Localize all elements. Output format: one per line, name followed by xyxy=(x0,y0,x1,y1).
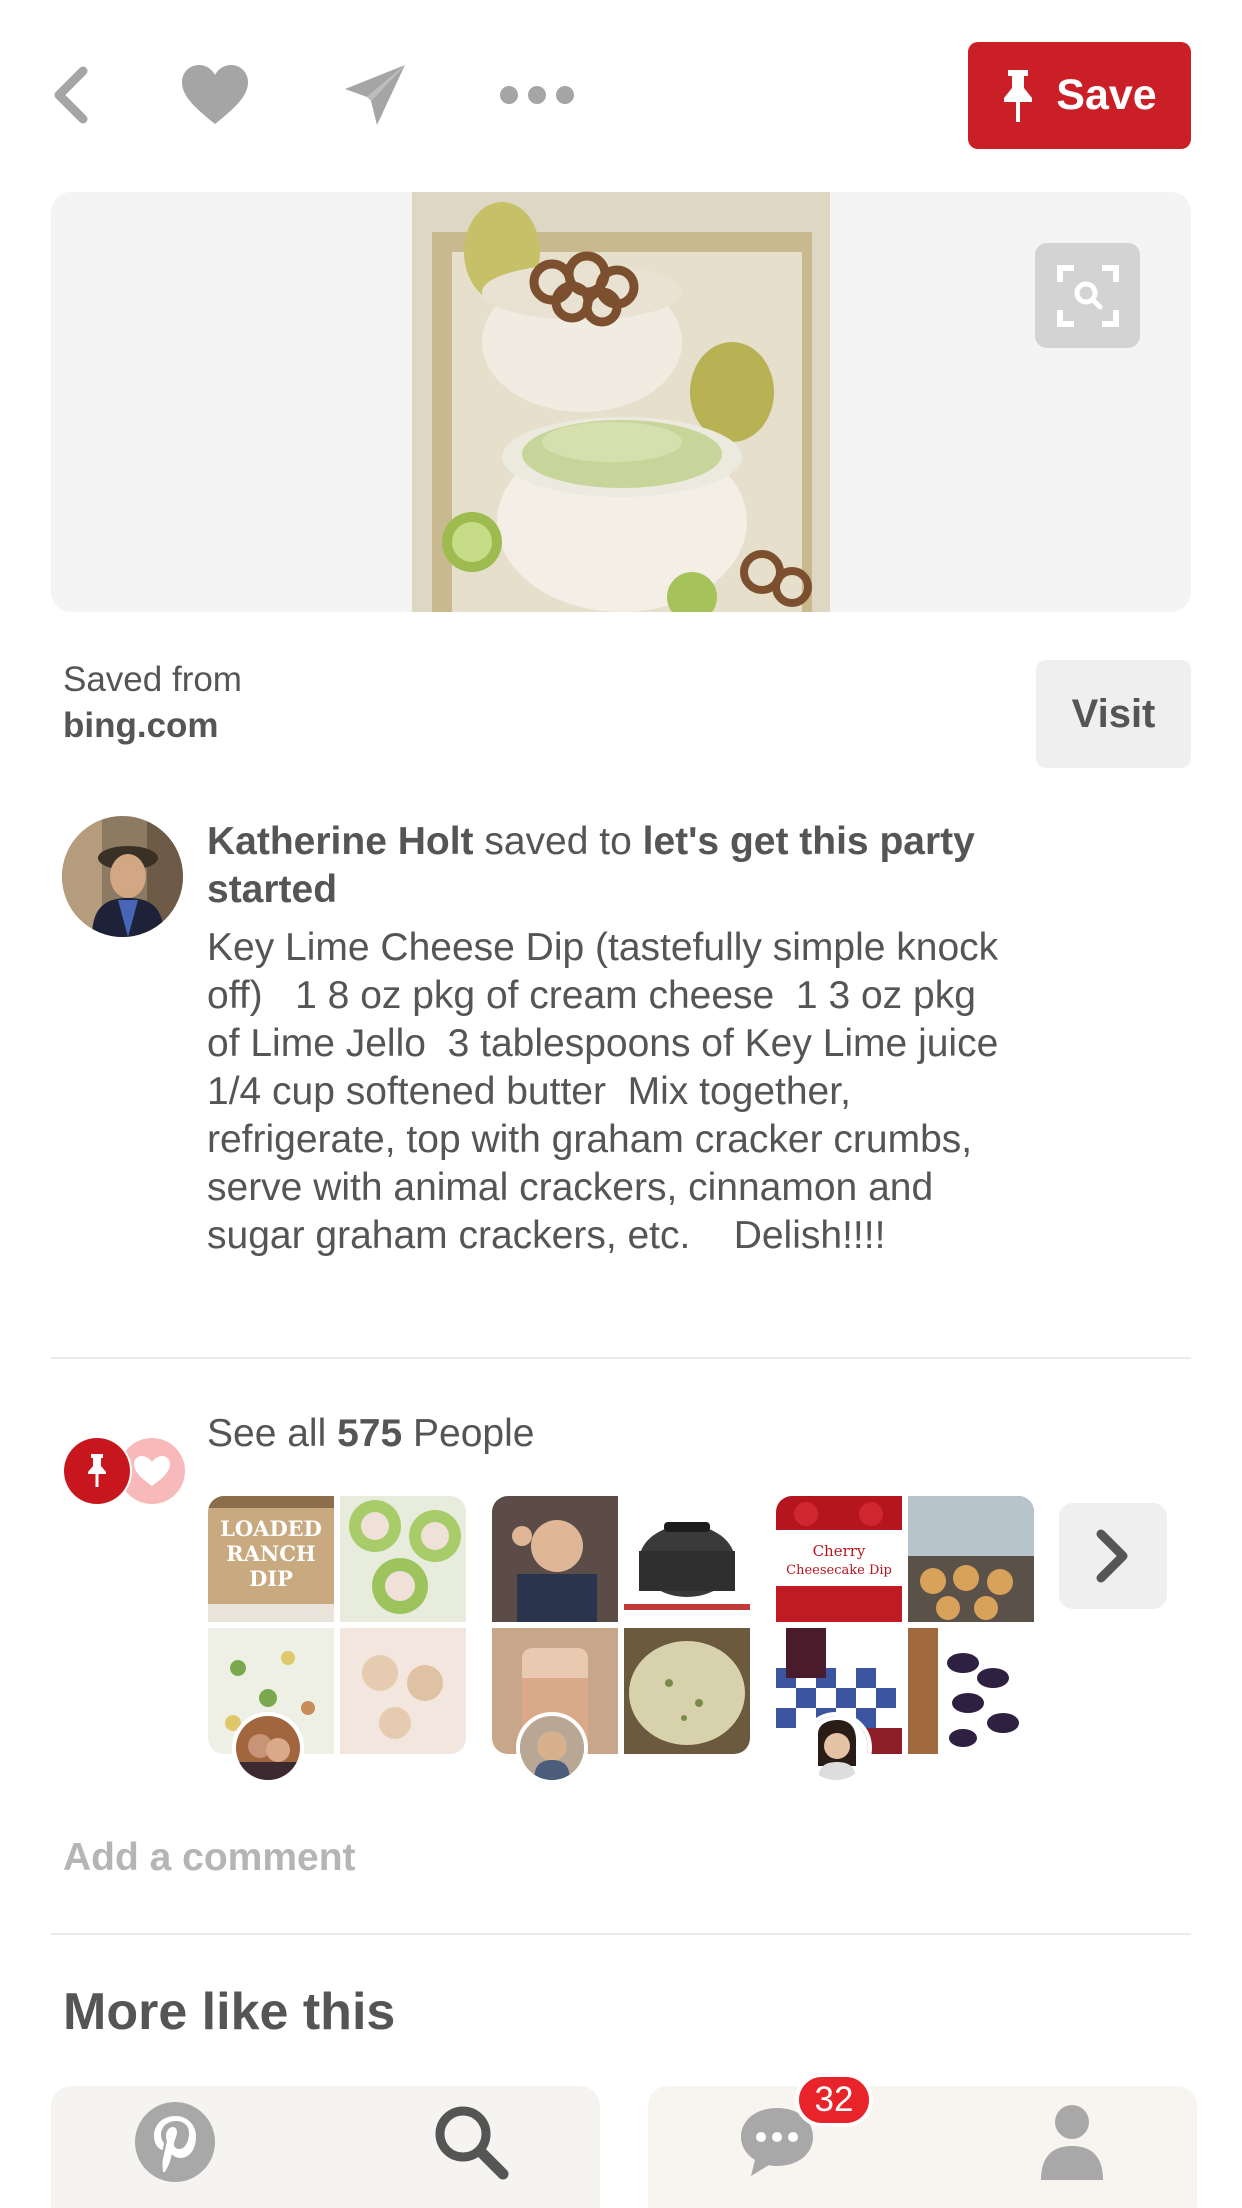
send-icon[interactable] xyxy=(335,55,415,135)
more-like-this-heading: More like this xyxy=(63,1983,396,2041)
heart-icon[interactable] xyxy=(175,55,255,135)
divider xyxy=(51,1933,1191,1935)
board-owner-avatar xyxy=(232,1712,304,1784)
search-icon[interactable] xyxy=(421,2092,521,2192)
board-thumb: Cherry Cheesecake Dip xyxy=(776,1496,902,1622)
svg-text:DIP: DIP xyxy=(249,1566,293,1591)
chevron-right-icon xyxy=(1096,1529,1128,1583)
more-icon[interactable] xyxy=(497,55,577,135)
board-thumb xyxy=(340,1496,466,1622)
visual-search-button[interactable] xyxy=(1035,243,1140,348)
pin-icon xyxy=(1004,69,1033,122)
see-all-prefix: See all xyxy=(207,1412,338,1455)
board-thumb xyxy=(908,1628,1034,1754)
saved-from-label: Saved from xyxy=(63,660,242,699)
saved-to-text: saved to xyxy=(473,820,643,863)
source-info: Saved from bing.com xyxy=(63,660,242,746)
activity-icons xyxy=(62,1436,187,1506)
board-thumb xyxy=(492,1496,618,1622)
board-thumb xyxy=(624,1496,750,1622)
svg-text:LOADED: LOADED xyxy=(220,1516,322,1541)
visit-button[interactable]: Visit xyxy=(1036,660,1191,768)
add-comment-field[interactable]: Add a comment xyxy=(63,1836,356,1880)
top-bar: Save xyxy=(0,0,1242,190)
pinterest-logo-icon[interactable] xyxy=(125,2092,225,2192)
notification-badge: 32 xyxy=(795,2073,873,2127)
save-button[interactable]: Save xyxy=(968,42,1191,149)
board-preview[interactable]: LOADED RANCH DIP xyxy=(208,1496,466,1754)
see-all-people-link[interactable]: See all 575 People xyxy=(207,1412,534,1456)
svg-text:Cherry: Cherry xyxy=(813,1542,866,1560)
board-preview[interactable] xyxy=(492,1496,750,1754)
pinner-attribution: Katherine Holt saved to let's get this p… xyxy=(207,818,1007,914)
profile-icon[interactable] xyxy=(1022,2092,1122,2192)
source-domain[interactable]: bing.com xyxy=(63,706,242,746)
board-thumb: LOADED RANCH DIP xyxy=(208,1496,334,1622)
board-preview[interactable]: Cherry Cheesecake Dip xyxy=(776,1496,1034,1754)
visual-search-icon xyxy=(1056,264,1119,327)
pin-image xyxy=(412,192,830,612)
pinner-avatar[interactable] xyxy=(62,816,183,937)
people-count: 575 xyxy=(337,1412,403,1455)
board-thumb xyxy=(340,1628,466,1754)
board-thumb xyxy=(908,1496,1034,1622)
board-owner-avatar xyxy=(800,1712,872,1784)
svg-text:Cheesecake Dip: Cheesecake Dip xyxy=(786,1563,892,1578)
svg-text:RANCH: RANCH xyxy=(226,1541,316,1566)
board-thumb xyxy=(624,1628,750,1754)
back-icon[interactable] xyxy=(30,55,110,135)
board-owner-avatar xyxy=(516,1712,588,1784)
save-label: Save xyxy=(1056,71,1157,119)
next-boards-button[interactable] xyxy=(1059,1503,1167,1609)
divider xyxy=(51,1357,1191,1359)
see-all-suffix: People xyxy=(402,1412,535,1455)
pinner-name[interactable]: Katherine Holt xyxy=(207,820,474,863)
pin-image-card[interactable] xyxy=(51,192,1191,612)
pin-description: Key Lime Cheese Dip (tastefully simple k… xyxy=(207,926,1020,1257)
